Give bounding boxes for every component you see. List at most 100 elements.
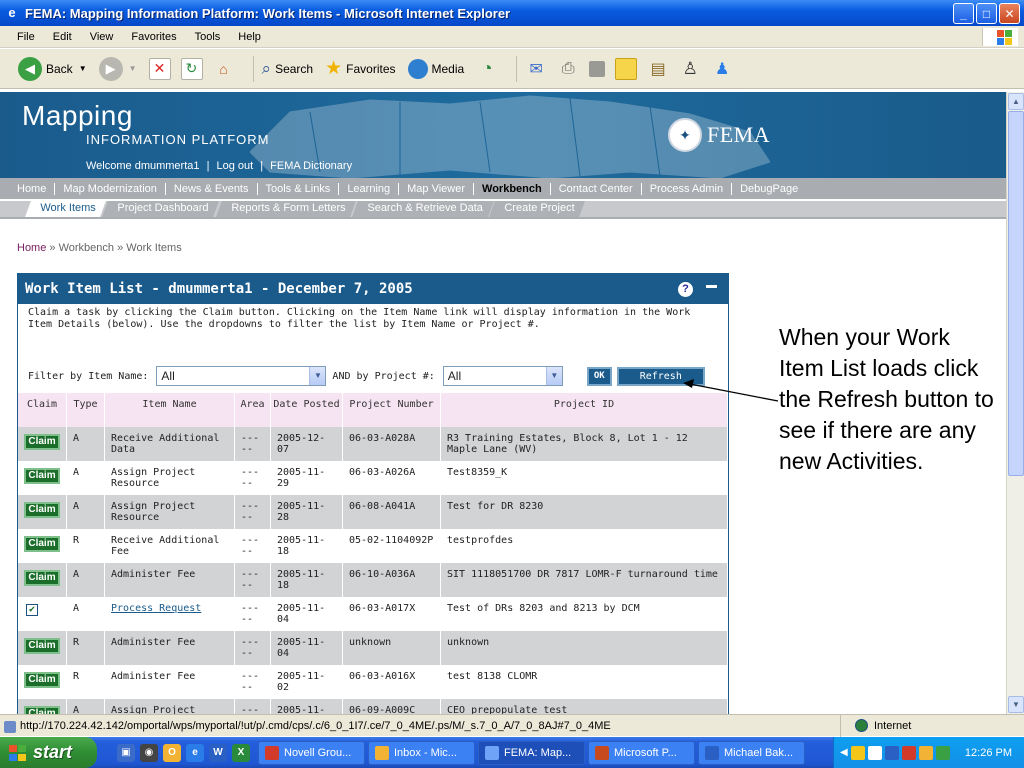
nav-home[interactable]: Home (17, 182, 56, 195)
nav-workbench[interactable]: Workbench (474, 182, 551, 195)
close-button[interactable]: ✕ (999, 3, 1020, 24)
refresh-button[interactable]: Refresh (616, 366, 705, 386)
nav-debugpage[interactable]: DebugPage (732, 183, 806, 195)
vertical-scrollbar[interactable]: ▲ ▼ (1006, 92, 1024, 714)
ie-launch-icon[interactable]: e (186, 743, 204, 762)
window-titlebar[interactable]: e FEMA: Mapping Information Platform: Wo… (0, 0, 1024, 26)
breadcrumb-home[interactable]: Home (17, 242, 46, 254)
history-icon[interactable]: ◔ (476, 58, 498, 80)
tab-search-retrieve-data[interactable]: Search & Retrieve Data (351, 201, 494, 217)
col-item-name[interactable]: Item Name (104, 393, 235, 427)
word-icon[interactable]: W (209, 743, 227, 762)
tray-clock[interactable]: 12:26 PM (965, 747, 1012, 759)
col-date-posted[interactable]: Date Posted (270, 393, 343, 427)
claim-button[interactable]: Claim (24, 638, 60, 654)
ok-button[interactable]: OK (586, 366, 612, 386)
col-project-number[interactable]: Project Number (342, 393, 441, 427)
breadcrumb-workbench[interactable]: Workbench (59, 242, 114, 254)
nav-news-events[interactable]: News & Events (166, 182, 258, 195)
claim-button[interactable]: Claim (24, 502, 60, 518)
contacts-icon[interactable]: ♟ (711, 58, 733, 80)
menu-view[interactable]: View (81, 31, 123, 43)
menu-tools[interactable]: Tools (186, 31, 230, 43)
discuss-icon[interactable] (615, 57, 638, 80)
tab-reports-form-letters[interactable]: Reports & Form Letters (215, 201, 356, 217)
tray-messenger-icon[interactable] (850, 745, 865, 760)
back-button[interactable]: ◀ Back ▼ (18, 56, 87, 81)
home-icon[interactable]: ⌂ (213, 58, 235, 80)
logout-link[interactable]: Log out (216, 160, 253, 172)
claim-button[interactable]: Claim (24, 468, 60, 484)
scroll-down-icon[interactable]: ▼ (1008, 696, 1024, 713)
print-icon[interactable]: ⎙ (557, 58, 579, 80)
tab-create-project[interactable]: Create Project (489, 201, 586, 217)
cell-item-name: Process Request (104, 597, 235, 631)
nav-process-admin[interactable]: Process Admin (642, 182, 733, 195)
welcome-bar: Welcome dmummerta1 | Log out | FEMA Dict… (86, 160, 356, 172)
tray-v2-icon[interactable] (935, 745, 950, 760)
item-name-select[interactable]: All ▼ (156, 366, 327, 386)
messenger-icon[interactable]: ♙ (679, 58, 701, 80)
item-name-link[interactable]: Process Request (111, 603, 201, 614)
tray-signal-icon[interactable] (867, 745, 882, 760)
outlook-icon[interactable]: O (163, 743, 181, 762)
help-icon[interactable]: ? (678, 282, 693, 297)
search-button[interactable]: ⌕ Search (262, 59, 314, 79)
research-icon[interactable]: ▤ (647, 58, 669, 80)
scroll-up-icon[interactable]: ▲ (1008, 93, 1024, 110)
chevron-down-icon[interactable]: ▼ (545, 367, 562, 385)
menu-favorites[interactable]: Favorites (122, 31, 185, 43)
col-claim: Claim (18, 393, 67, 427)
favorites-button[interactable]: ★ Favorites (325, 57, 395, 80)
maximize-button[interactable]: □ (976, 3, 997, 24)
refresh-icon[interactable]: ↻ (180, 57, 203, 80)
task-inbox[interactable]: Inbox - Mic... (368, 740, 475, 765)
col-area[interactable]: Area (234, 393, 271, 427)
menu-edit[interactable]: Edit (44, 31, 81, 43)
menu-help[interactable]: Help (229, 31, 270, 43)
media-button[interactable]: Media (407, 58, 464, 79)
minimize-button[interactable]: _ (953, 3, 974, 24)
nav-learning[interactable]: Learning (339, 182, 400, 195)
claim-button[interactable]: Claim (24, 536, 60, 552)
project-number-select[interactable]: All ▼ (442, 366, 563, 386)
stop-icon[interactable]: ✕ (148, 57, 171, 80)
task-fema[interactable]: FEMA: Map... (478, 740, 585, 765)
col-project-id[interactable]: Project ID (440, 393, 728, 427)
minimize-panel-icon[interactable] (706, 285, 717, 288)
claim-button[interactable]: Claim (24, 706, 60, 714)
tab-label: Search & Retrieve Data (367, 202, 483, 214)
col-type[interactable]: Type (66, 393, 105, 427)
tab-project-dashboard[interactable]: Project Dashboard (102, 201, 220, 217)
edit-icon[interactable] (589, 60, 606, 77)
excel-icon[interactable]: X (232, 743, 250, 762)
menu-file[interactable]: File (8, 31, 44, 43)
nav-map-modernization[interactable]: Map Modernization (55, 182, 166, 195)
media-player-icon[interactable]: ◉ (140, 743, 158, 762)
claim-button[interactable]: Claim (24, 434, 60, 450)
chevron-down-icon[interactable]: ▼ (309, 367, 326, 385)
mail-icon[interactable]: ✉ (525, 58, 547, 80)
tray-network-icon[interactable] (884, 745, 899, 760)
dictionary-link[interactable]: FEMA Dictionary (270, 160, 352, 172)
nav-contact-center[interactable]: Contact Center (551, 182, 642, 195)
scroll-thumb[interactable] (1008, 111, 1024, 476)
claim-button[interactable]: Claim (24, 672, 60, 688)
task-novell[interactable]: Novell Grou... (258, 740, 365, 765)
tab-work-items[interactable]: Work Items (25, 201, 107, 217)
claimed-checkbox[interactable]: ✔ (26, 604, 38, 616)
start-button[interactable]: start (0, 737, 97, 768)
star-icon: ★ (325, 58, 343, 79)
task-powerpoint[interactable]: Microsoft P... (588, 740, 695, 765)
tray-antivirus-icon[interactable] (901, 745, 916, 760)
task-michael[interactable]: Michael Bak... (698, 740, 805, 765)
nav-map-viewer[interactable]: Map Viewer (399, 182, 475, 195)
claim-button[interactable]: Claim (24, 570, 60, 586)
back-dropdown-icon[interactable]: ▼ (79, 64, 87, 73)
tray-clock-icon[interactable] (918, 745, 933, 760)
nav-tools-links[interactable]: Tools & Links (258, 182, 340, 195)
forward-button[interactable]: ▶ ▼ (98, 56, 137, 81)
tray-expand-icon[interactable]: ◀ (840, 747, 848, 758)
desktop-icon[interactable]: ▣ (117, 743, 135, 762)
forward-dropdown-icon[interactable]: ▼ (129, 64, 137, 73)
